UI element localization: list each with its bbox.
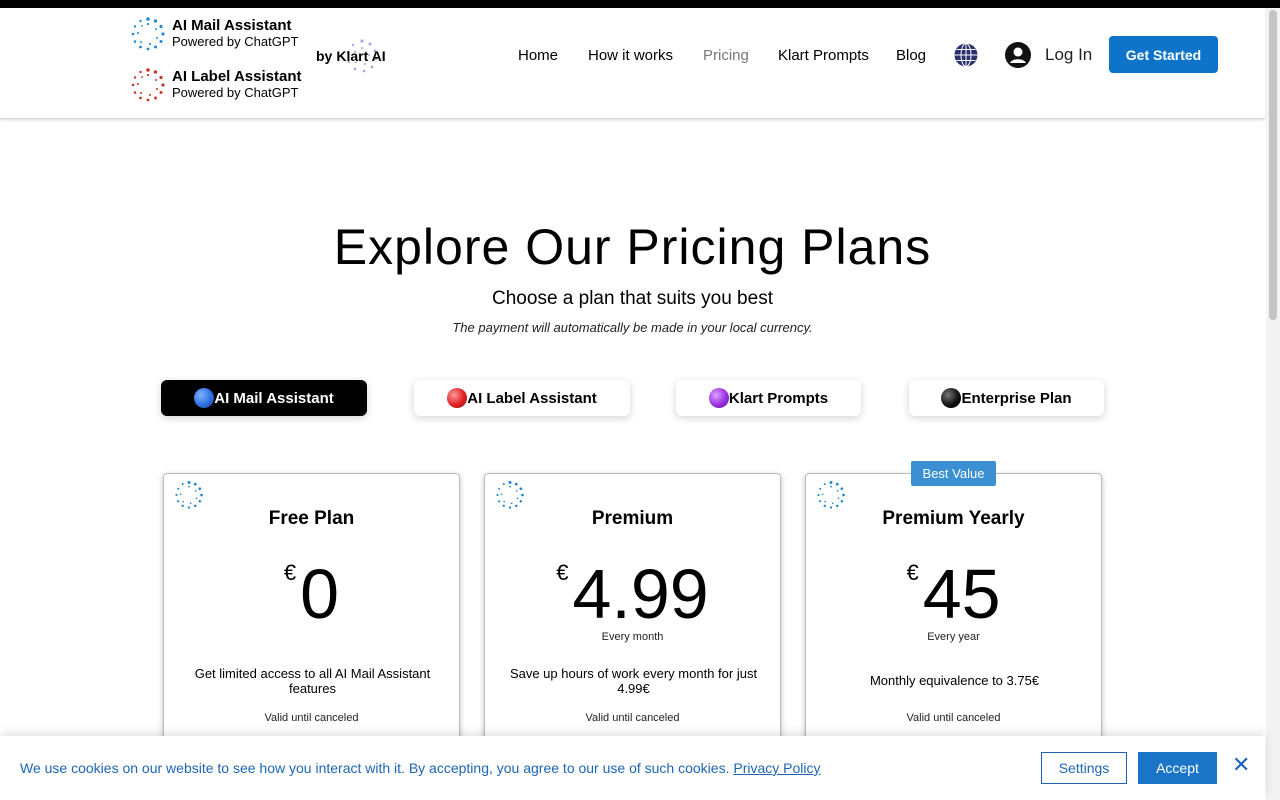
nav-pricing[interactable]: Pricing [703,47,749,64]
currency-symbol: € [906,560,919,585]
get-started-button[interactable]: Get Started [1109,36,1218,73]
plan-logo-icon [175,481,203,509]
tab-label: Enterprise Plan [961,389,1072,407]
plan-price: € 4.99 [485,554,780,634]
currency-symbol: € [556,560,569,585]
plan-validity: Valid until canceled [264,712,359,724]
cookie-accept-button[interactable]: Accept [1138,752,1217,784]
red-dot-icon [447,388,468,408]
page-title: Explore Our Pricing Plans [333,219,932,275]
label-assistant-logo-icon [131,68,165,102]
currency-note: The payment will automatically be made i… [452,320,813,335]
plan-title: Premium [591,508,674,529]
cookie-settings-button[interactable]: Settings [1041,752,1127,784]
purple-dot-icon [708,388,729,408]
price-amount: 4.99 [572,555,709,633]
black-dot-icon [941,388,962,408]
plan-price: € 0 [164,554,459,634]
plan-description: Monthly equivalence to 3.75€ [869,673,1040,688]
plan-description: Save up hours of work every month for ju… [509,666,758,696]
billing-period: Every month [601,631,664,643]
tab-klart-prompts[interactable]: Klart Prompts [676,380,861,416]
blue-dot-icon [194,388,215,408]
nav-home[interactable]: Home [518,47,558,64]
plan-card-free: Free Plan € 0 Get limited access to all … [163,473,460,773]
plan-title: Free Plan [268,508,355,529]
billing-period: Every year [927,631,980,643]
site-header: AI Mail Assistant Powered by ChatGPT AI … [0,8,1265,119]
privacy-policy-link[interactable]: Privacy Policy [733,760,820,776]
plan-card-premium-yearly: Premium Yearly € 45 Every year Monthly e… [805,473,1102,773]
scrollbar[interactable] [1266,8,1280,800]
close-icon[interactable]: ✕ [1232,754,1250,776]
page-subtitle: Choose a plan that suits you best [492,288,773,309]
brand-label-assistant[interactable]: AI Label Assistant Powered by ChatGPT [130,67,301,103]
nav-klart-prompts[interactable]: Klart Prompts [778,47,869,64]
plan-card-premium: Premium € 4.99 Every month Save up hours… [484,473,781,773]
plan-validity: Valid until canceled [585,712,680,724]
tab-ai-label-assistant[interactable]: AI Label Assistant [414,380,630,416]
tab-enterprise-plan[interactable]: Enterprise Plan [909,380,1104,416]
brand-mail-assistant[interactable]: AI Mail Assistant Powered by ChatGPT [130,16,298,52]
cookie-message-row: We use cookies on our website to see how… [20,760,821,776]
tab-label: AI Mail Assistant [214,389,334,407]
by-klart-ai[interactable]: by Klart AI [316,39,386,73]
price-amount: 0 [300,555,340,633]
login-link[interactable]: Log In [1045,45,1092,65]
nav-how-it-works[interactable]: How it works [588,47,673,64]
plan-logo-icon [496,481,524,509]
by-label: by [316,48,333,64]
brand-subtitle: Powered by ChatGPT [172,85,299,100]
scrollbar-thumb[interactable] [1269,10,1277,320]
tab-label: AI Label Assistant [467,389,597,407]
nav-blog[interactable]: Blog [896,47,926,64]
globe-icon[interactable] [953,42,979,68]
plan-validity: Valid until canceled [906,712,1001,724]
best-value-badge: Best Value [911,461,996,486]
plan-logo-icon [817,481,845,509]
mail-assistant-logo-icon [131,17,165,51]
user-avatar-icon[interactable] [1004,41,1032,69]
cookie-message: We use cookies on our website to see how… [20,760,730,776]
plan-price: € 45 [806,554,1101,634]
cookie-banner: We use cookies on our website to see how… [0,736,1265,800]
price-amount: 45 [922,555,1001,633]
tab-ai-mail-assistant[interactable]: AI Mail Assistant [161,380,367,416]
currency-symbol: € [283,560,297,585]
brand-name: AI Mail Assistant [172,17,292,34]
brand-name: AI Label Assistant [172,68,302,85]
top-bar [0,0,1280,8]
plan-description: Get limited access to all AI Mail Assist… [194,666,431,696]
klart-label: Klart AI [336,48,386,64]
tab-label: Klart Prompts [728,389,829,407]
plan-title: Premium Yearly [882,508,1025,529]
brand-subtitle: Powered by ChatGPT [172,34,299,49]
